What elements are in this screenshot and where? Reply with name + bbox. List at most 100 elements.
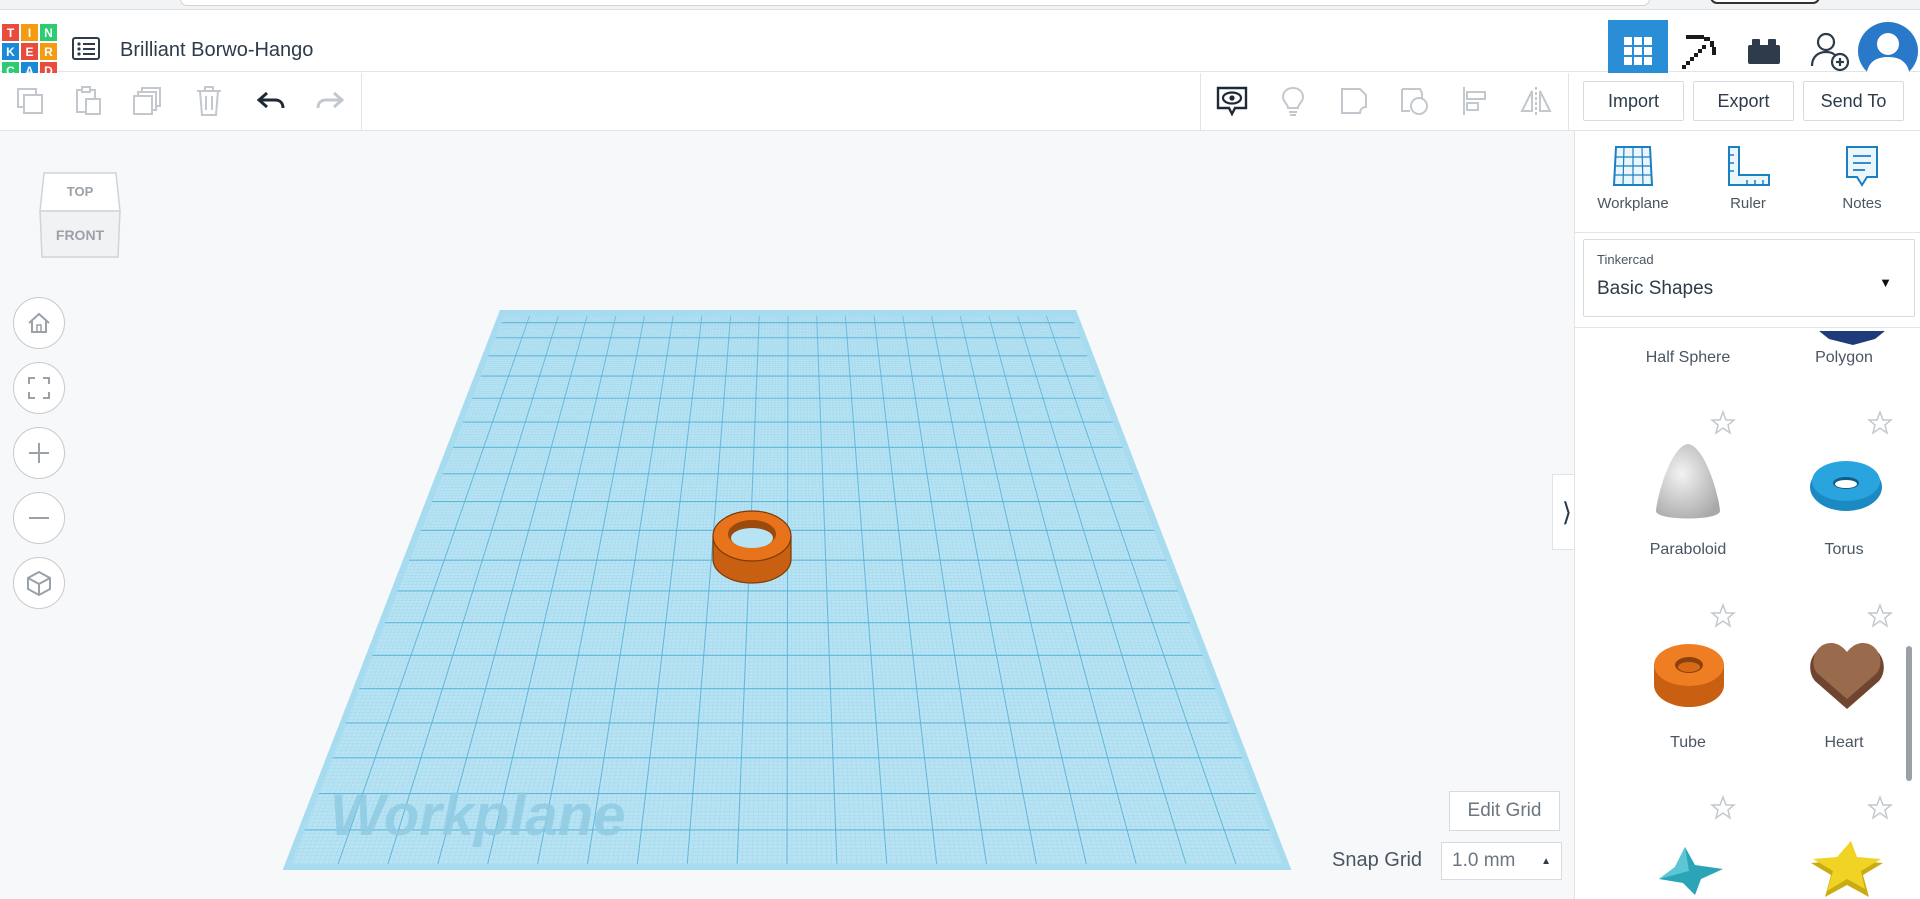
library-selected: Basic Shapes [1597, 278, 1714, 299]
paste-icon [76, 86, 101, 115]
redo-button[interactable] [312, 83, 348, 119]
panel-scrollbar[interactable] [1906, 646, 1912, 781]
delete-button[interactable] [191, 83, 227, 119]
grid-icon [1624, 37, 1652, 65]
logo-letter: K [2, 43, 19, 60]
favorite-star-icon[interactable] [1710, 603, 1736, 629]
panel-divider [1575, 232, 1920, 233]
workplane-tool[interactable]: Workplane [1583, 143, 1683, 223]
plus-icon [29, 443, 49, 463]
notes-tool-label: Notes [1842, 195, 1882, 212]
favorite-star-icon[interactable] [1867, 795, 1893, 821]
ungroup-icon [1401, 88, 1428, 115]
logo-letter: I [21, 24, 38, 41]
caret-down-icon: ▼ [1879, 275, 1892, 290]
copy-button[interactable] [12, 83, 48, 119]
lightbulb-icon [1281, 86, 1305, 116]
favorite-star-icon[interactable] [1710, 410, 1736, 436]
design-title[interactable]: Brilliant Borwo-Hango [120, 39, 313, 62]
heart-shape-thumbnail[interactable] [1807, 639, 1887, 711]
logo-letter: R [40, 43, 57, 60]
projection-button[interactable] [13, 557, 65, 609]
workplane-grid[interactable]: Workplane [0, 131, 1574, 899]
library-provider: Tinkercad [1597, 252, 1654, 267]
undo-icon [256, 91, 285, 109]
duplicate-button[interactable] [130, 83, 166, 119]
view-cube-top-label: TOP [67, 184, 94, 199]
view-cube-front-label: FRONT [56, 227, 105, 243]
workplane-watermark: Workplane [330, 783, 625, 848]
tube-shape-thumbnail[interactable] [1651, 641, 1727, 711]
zoom-out-button[interactable] [13, 492, 65, 544]
eye-note-icon [1216, 86, 1248, 117]
address-bar[interactable] [180, 0, 1650, 6]
home-icon [28, 312, 50, 333]
home-view-button[interactable] [13, 297, 65, 349]
list-icon [72, 37, 100, 60]
favorite-star-icon[interactable] [1867, 410, 1893, 436]
add-user-icon [1810, 32, 1850, 72]
ungroup-button[interactable] [1396, 83, 1432, 119]
mirror-button[interactable] [1518, 83, 1554, 119]
light-bulb-button[interactable] [1275, 83, 1311, 119]
shapes-panel: Workplane Ruler Notes Tinkercad Basic Sh… [1574, 131, 1920, 899]
3d-viewport[interactable]: Workplane TOP FRONT Edit Grid Snap Grid [0, 131, 1574, 899]
send-to-button[interactable]: Send To [1803, 81, 1904, 121]
browser-strip [0, 0, 1920, 10]
trash-icon [197, 86, 221, 116]
shape-label[interactable]: Half Sphere [1613, 349, 1763, 367]
top-bar: TINKERCAD Brilliant Borwo-Hango [0, 10, 1920, 82]
perspective-cube-icon [27, 570, 51, 597]
undo-button[interactable] [253, 83, 289, 119]
ruler-icon [1728, 146, 1770, 186]
view-cube-icon: TOP FRONT [39, 172, 121, 258]
align-button[interactable] [1457, 83, 1493, 119]
paraboloid-shape-thumbnail[interactable] [1651, 441, 1725, 525]
shape-label[interactable]: Heart [1769, 734, 1919, 752]
shape-label[interactable]: Torus [1769, 541, 1919, 559]
toolbar-divider [1568, 73, 1569, 131]
shape-label[interactable]: Tube [1613, 734, 1763, 752]
shape-label[interactable]: Polygon [1769, 349, 1919, 367]
shape-library-select[interactable]: Tinkercad Basic Shapes ▼ [1583, 239, 1915, 317]
ruler-tool-label: Ruler [1730, 195, 1766, 212]
zoom-in-button[interactable] [13, 427, 65, 479]
torus-shape-thumbnail[interactable] [1807, 457, 1885, 513]
design-menu-button[interactable] [72, 37, 102, 61]
panel-divider [1575, 327, 1920, 328]
duplicate-icon [133, 87, 161, 115]
tube-object[interactable] [712, 510, 792, 584]
user-avatar[interactable] [1858, 22, 1918, 80]
paste-button[interactable] [70, 83, 106, 119]
import-button[interactable]: Import [1583, 81, 1684, 121]
browser-profile-pill[interactable] [1710, 0, 1820, 4]
logo-letter: N [40, 24, 57, 41]
star-shape-thumbnail[interactable] [1655, 843, 1725, 899]
tinkercad-logo[interactable]: TINKERCAD [2, 24, 57, 79]
minus-icon [29, 517, 49, 519]
mirror-icon [1520, 87, 1552, 115]
copy-icon [17, 88, 43, 114]
favorite-star-icon[interactable] [1710, 795, 1736, 821]
fit-view-button[interactable] [13, 362, 65, 414]
chevron-right-icon: ⟩ [1561, 496, 1573, 527]
view-cube[interactable]: TOP FRONT [38, 165, 122, 263]
caret-up-icon: ▲ [1541, 856, 1551, 867]
ruler-tool[interactable]: Ruler [1698, 143, 1798, 223]
favorite-star-icon[interactable] [1867, 603, 1893, 629]
notes-tool[interactable]: Notes [1812, 143, 1912, 223]
edit-toolbar: Import Export Send To [0, 73, 1920, 131]
pickaxe-icon [1682, 35, 1716, 69]
shape-label[interactable]: Paraboloid [1613, 541, 1763, 559]
star-shape-thumbnail[interactable] [1807, 839, 1887, 899]
toolbar-divider [1200, 73, 1201, 131]
collapse-panel-button[interactable]: ⟩ [1552, 474, 1574, 550]
snap-grid-select[interactable]: 1.0 mm ▲ [1441, 842, 1562, 880]
notes-visibility-button[interactable] [1214, 83, 1250, 119]
group-icon [1341, 88, 1367, 114]
group-button[interactable] [1336, 83, 1372, 119]
edit-grid-button[interactable]: Edit Grid [1449, 791, 1560, 831]
export-button[interactable]: Export [1693, 81, 1794, 121]
workplane-icon [1612, 146, 1654, 186]
align-icon [1463, 87, 1486, 115]
